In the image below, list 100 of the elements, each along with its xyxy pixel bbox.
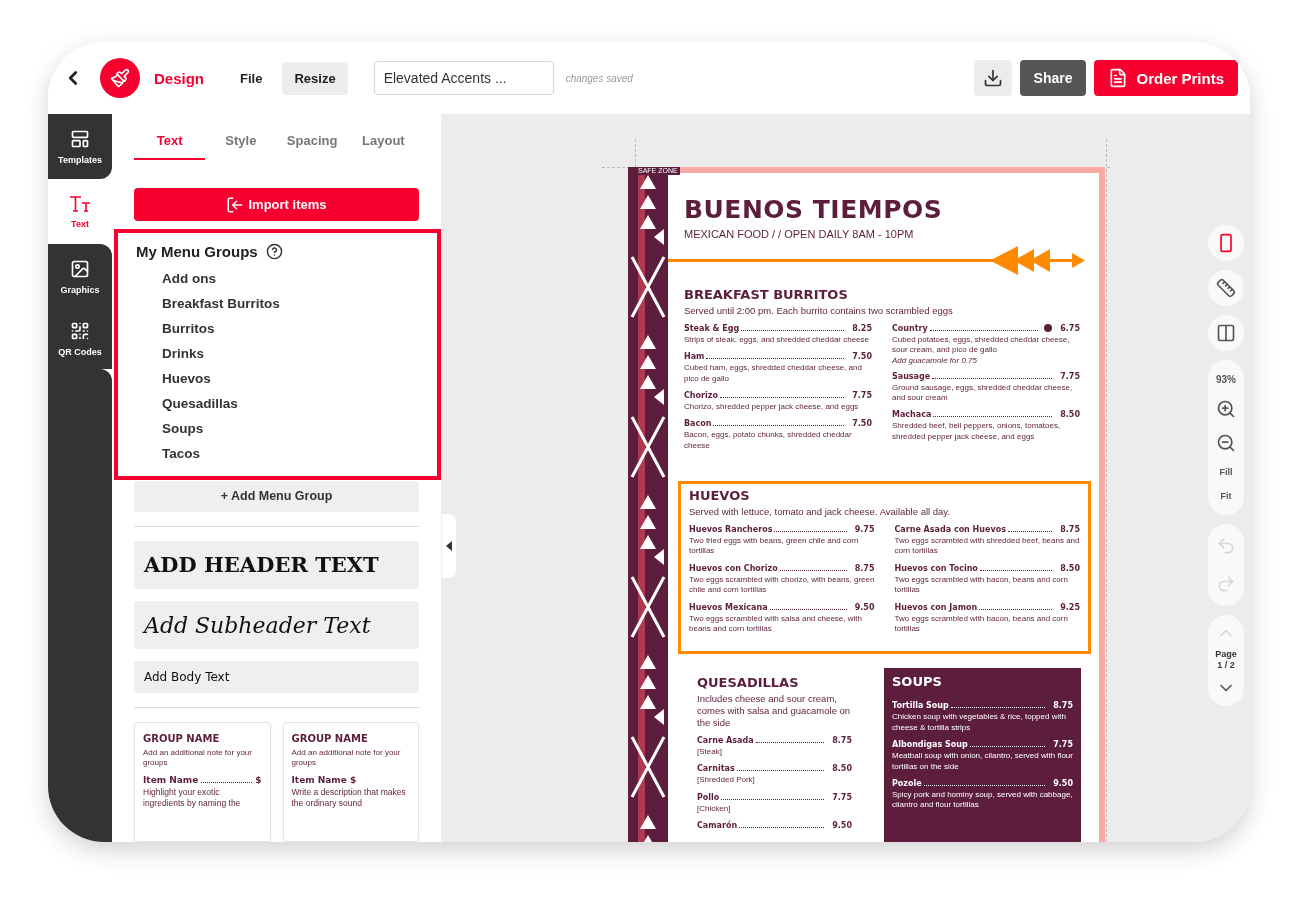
- item-description: Meatball soup with onion, cilantro, served with flour tortillas on the side: [892, 751, 1073, 772]
- selected-section-frame[interactable]: [678, 481, 1091, 655]
- zoom-in-button[interactable]: [1216, 399, 1236, 419]
- template-icon: [70, 128, 90, 149]
- item-name: Camarón: [697, 821, 738, 831]
- item-price: 8.75: [1053, 701, 1073, 711]
- menu-group-item[interactable]: Tacos: [136, 440, 419, 466]
- item-price: 9.50: [1053, 779, 1073, 788]
- fit-button[interactable]: Fit: [1220, 491, 1232, 501]
- item-description: [Chicken]: [697, 803, 732, 815]
- item-description: Two eggs scrambled with salsa and cheese, with beans and corn tortillas: [689, 613, 863, 635]
- page-indicator: Page 1 / 2: [1215, 649, 1237, 672]
- section-title: SOUPS: [892, 674, 943, 690]
- item-description: [Shredded Pork]: [697, 775, 756, 786]
- menu-group-item[interactable]: Burritos: [136, 315, 419, 341]
- group-note: Add an additional note for your groups: [143, 748, 253, 768]
- item-name: Carne Asada con Huevos: [894, 525, 1006, 535]
- item-description: Highlight your exotic ingredients by naming the: [143, 787, 242, 809]
- zoom-out-button[interactable]: [1216, 433, 1236, 453]
- item-price: 8.50: [832, 764, 852, 774]
- subheader-text-sample[interactable]: Add Subheader Text: [134, 601, 419, 650]
- item-name: Albondigas Soup: [892, 740, 968, 750]
- app-name: Design: [154, 69, 204, 87]
- item-name: Tortilla Soup: [892, 701, 949, 711]
- item-name: Machaca: [892, 410, 932, 420]
- item-price: 8.50: [1060, 563, 1080, 573]
- group-note: Add an additional note for your groups: [291, 748, 402, 768]
- brush-logo-icon: [100, 58, 140, 98]
- item-name: Carne Asada: [697, 736, 754, 746]
- item-name: Huevos Rancheros: [689, 525, 773, 535]
- page-view-button[interactable]: [1208, 225, 1244, 261]
- item-price: 6.75: [1060, 323, 1080, 333]
- panel-tab[interactable]: Layout: [347, 122, 419, 161]
- item-price: 7.50: [852, 352, 872, 362]
- collapse-panel-button[interactable]: [442, 514, 456, 578]
- menu-group-item[interactable]: Quesadillas: [136, 390, 419, 416]
- menu-group-item[interactable]: Soups: [136, 415, 419, 441]
- order-prints-button[interactable]: Order Prints: [1094, 60, 1238, 96]
- document-icon: [1108, 68, 1129, 88]
- fill-button[interactable]: Fill: [1219, 467, 1233, 477]
- item-name: Sausage: [892, 371, 931, 381]
- dark-section-panel[interactable]: [884, 668, 1081, 842]
- item-price: 9.25: [1060, 602, 1080, 612]
- item-price: 8.75: [832, 736, 852, 746]
- section-title: HUEVOS: [689, 488, 751, 504]
- item-price: 7.75: [1060, 371, 1080, 381]
- qr-code-icon: [70, 321, 90, 341]
- item-name: Carnitas: [697, 764, 735, 774]
- item-description: [Steak]: [697, 747, 723, 758]
- item-price: 7.50: [852, 419, 872, 429]
- download-icon: [982, 68, 1003, 88]
- item-description: Bacon, eggs, potato chunks, shredded cheddar cheese: [684, 430, 853, 452]
- item-price: 8.25: [852, 323, 872, 333]
- section-note: Served until 2:00 pm. Each burrito contains two scrambled eggs: [684, 305, 954, 317]
- menu-button[interactable]: Resize: [282, 61, 348, 95]
- group-name: GROUP NAME: [291, 733, 369, 744]
- add-menu-group-button[interactable]: + Add Menu Group: [134, 480, 419, 512]
- document-title-field[interactable]: Elevated Accents ...: [373, 61, 554, 95]
- sidebar-tab[interactable]: Graphics: [48, 244, 112, 309]
- group-template-card[interactable]: GROUP NAME Add an additional note for your groups Item Name $ Highlight your exotic ingredients by naming the: [134, 722, 271, 842]
- menu-section[interactable]: QUESADILLAS Includes cheese and sour cream, comes with salsa and guacamole on the side Carne Asada 8.75 [Steak] Carnitas 8.50 [Shredded Pork] Pollo 7.75 [Chicken] Camarón 9.50: [691, 670, 863, 842]
- menu-group-item[interactable]: Huevos: [136, 365, 419, 391]
- share-button[interactable]: Share: [1019, 60, 1087, 96]
- item-price: 8.50: [1060, 410, 1080, 420]
- download-button[interactable]: [973, 60, 1012, 96]
- item-description: Shredded beef, bell peppers, onions, tomatoes, shredded pepper jack cheese, and eggs: [892, 421, 1062, 443]
- menu-group-item[interactable]: Add ons: [136, 265, 419, 291]
- help-icon[interactable]: [265, 242, 283, 260]
- section-title: BREAKFAST BURRITOS: [684, 287, 849, 302]
- group-template-card[interactable]: GROUP NAME Add an additional note for your groups Item Name $ Write a description that makes the ordinary sound: [282, 722, 419, 842]
- panel-tab[interactable]: Style: [205, 122, 277, 161]
- item-name: Chorizo: [684, 391, 718, 401]
- item-note: Add guacamole for 0.75: [892, 355, 978, 365]
- sidebar-tab[interactable]: Templates: [48, 114, 112, 179]
- item-name: Pollo: [697, 792, 720, 802]
- item-description: Two eggs scrambled with shredded beef, beans and corn tortillas: [894, 536, 1080, 557]
- import-items-button[interactable]: Import items: [134, 188, 419, 221]
- item-name: Huevos Mexicana: [689, 602, 768, 612]
- import-arrow-icon: [226, 195, 245, 214]
- columns-button[interactable]: [1208, 315, 1244, 351]
- menu-groups-title: My Menu Groups: [136, 242, 258, 260]
- item-price: 9.50: [854, 602, 875, 612]
- section-note: Includes cheese and sour cream, comes with salsa and guacamole on the side: [697, 693, 852, 730]
- zoom-level: 93%: [1216, 374, 1236, 385]
- menu-button[interactable]: File: [228, 61, 275, 95]
- image-icon: [70, 258, 90, 279]
- ruler-button[interactable]: [1208, 270, 1244, 306]
- menu-group-item[interactable]: Breakfast Burritos: [136, 290, 419, 316]
- text-icon: [69, 194, 91, 213]
- item-description: Two fried eggs with beans, green chile and corn tortillas: [689, 536, 860, 557]
- panel-tab[interactable]: Text: [134, 122, 206, 161]
- panel-tab[interactable]: Spacing: [276, 122, 348, 161]
- body-text-sample[interactable]: Add Body Text: [134, 661, 419, 693]
- item-name: Huevos con Jamon: [894, 602, 978, 612]
- menu-group-item[interactable]: Drinks: [136, 340, 419, 366]
- header-text-sample[interactable]: ADD HEADER TEXT: [134, 540, 419, 590]
- ruler-icon: [1216, 278, 1236, 298]
- sidebar-tab[interactable]: QR Codes: [48, 309, 112, 369]
- item-name: Item Name: [143, 775, 199, 785]
- item-description: Spicy pork and hominy soup, served with cabbage, cilantro and flour tortillas: [892, 790, 1073, 811]
